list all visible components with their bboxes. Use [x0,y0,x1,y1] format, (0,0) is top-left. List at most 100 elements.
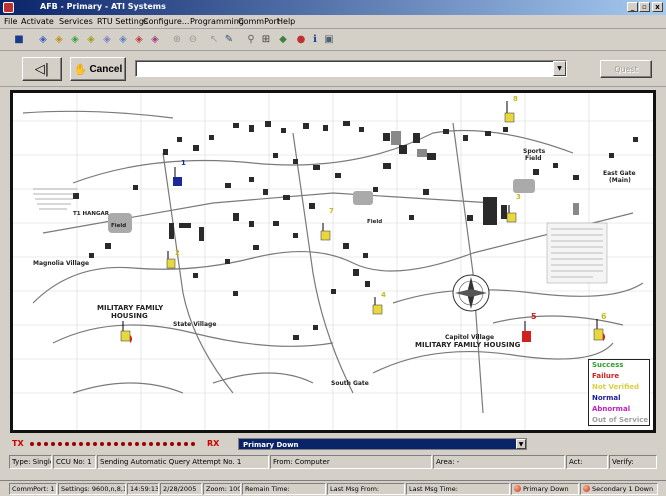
legend-not-verified: Not Verified [592,383,640,391]
compass-icon [452,274,490,312]
svg-text:5: 5 [531,312,537,321]
siren-marker-6[interactable]: 6 [593,312,607,341]
verify-field: Verify: [609,455,657,469]
siren-markers[interactable]: 1 2 7 4 5 6 8 3 [120,95,607,343]
arrow-magenta-icon[interactable]: ◈ [148,33,162,47]
menu-configure[interactable]: Configure... [143,17,189,26]
speaker-icon: ◁| [34,61,50,77]
ccu-field: CCU No: 1 [53,455,96,469]
legend-abnormal: Abnormal [592,405,631,413]
alarm-icon[interactable]: ● [294,33,308,47]
antenna-icon[interactable]: ⚲ [244,33,258,47]
secondary-led-icon [583,485,590,492]
status-bar: CommPort: 1 Settings: 9600,n,8,1 14:59:1… [0,480,666,496]
menu-help[interactable]: Help [277,17,295,26]
label-hangar: T1 HANGAR [73,211,110,217]
secondary-status-label: Secondary 1 Down [592,485,654,493]
svg-text:6: 6 [601,312,607,321]
cancel-button[interactable]: ✋ Cancel [70,57,126,81]
svg-text:2: 2 [175,249,180,257]
label-state-village: State Village [173,321,216,328]
zoom-status: Zoom: 100% [203,483,241,495]
chevron-down-icon[interactable]: ▼ [553,61,566,76]
menu-services[interactable]: Services [59,17,93,26]
map-notes-block [546,222,608,284]
menu-file[interactable]: File [4,17,17,26]
zoom-in-icon[interactable]: ⊕ [170,33,184,47]
label-east-gate-2: (Main) [609,177,631,184]
last-msg-from-status: Last Msg From: [327,483,405,495]
siren-marker-1[interactable]: 1 [173,159,186,186]
label-field-center: Field [367,219,382,225]
arrow-green-icon[interactable]: ◈ [68,33,82,47]
type-field: Type: Single [9,455,52,469]
edit-icon[interactable]: ✎ [222,33,236,47]
remain-time-status: Remain Time: [242,483,326,495]
svg-text:4: 4 [381,291,386,299]
title-bar[interactable]: AFB - Primary - ATI Systems _ ▫ x [0,0,666,15]
save-icon[interactable]: ■ [12,33,26,47]
legend-normal: Normal [592,394,621,402]
secondary-status: Secondary 1 Down [580,483,658,495]
label-capitol-village: Capitol Village [445,334,494,341]
close-button[interactable]: x [652,2,663,12]
menu-rtu-settings[interactable]: RTU Settings [97,17,148,26]
siren-marker-4[interactable]: 4 [372,291,386,315]
pointer-icon[interactable]: ↖ [207,33,221,47]
status-icon[interactable]: ◆ [276,33,290,47]
info-icon[interactable]: ℹ [308,33,322,47]
from-field: From: Computer [270,455,432,469]
comm-activity-dots [30,442,195,447]
siren-marker-7[interactable]: 8 [504,95,518,123]
last-msg-time-status: Last Msg Time: [406,483,510,495]
minimize-button[interactable]: _ [627,2,638,12]
site-map[interactable]: Sports Field East Gate (Main) Field Fiel… [10,90,656,433]
arrow-light-blue-icon[interactable]: ◈ [116,33,130,47]
legend-success: Success [592,361,624,369]
speaker-button[interactable]: ◁| [22,57,62,81]
label-mil-housing-left-2: HOUSING [111,312,148,320]
toolbar: ■ ◈ ◈ ◈ ◈ ◈ ◈ ◈ ◈ ⊕ ⊖ ↖ ✎ ⚲ ⊞ ◆ ● ℹ ▣ [0,30,666,51]
siren-marker-8[interactable]: 3 [506,193,521,223]
menu-activate[interactable]: Activate [21,17,54,26]
arrow-gold-icon[interactable]: ◈ [52,33,66,47]
label-mil-housing-left: MILITARY FAMILY [97,304,164,312]
chevron-down-icon[interactable]: ▼ [516,439,526,449]
label-south-gate: South Gate [331,380,369,387]
arrow-yellow-icon[interactable]: ◈ [84,33,98,47]
legend-out-of-service: Out of Service [592,416,649,424]
restore-button[interactable]: ▫ [639,2,650,12]
arrow-blue-icon[interactable]: ◈ [36,33,50,47]
command-input[interactable]: ▼ [135,60,567,77]
siren-marker-3[interactable]: 7 [320,207,334,241]
help-book-icon[interactable]: ▣ [322,33,336,47]
app-icon[interactable] [3,2,14,13]
window-title: AFB - Primary - ATI Systems [40,2,166,11]
quest-button[interactable]: Quest [600,60,652,78]
comm-status-select[interactable]: Primary Down ▼ [238,438,527,450]
svg-text:3: 3 [516,193,521,201]
primary-led-icon [514,485,521,492]
label-field-left: Field [111,223,126,229]
svg-text:7: 7 [329,207,334,215]
menu-programming[interactable]: Programming [190,17,244,26]
svg-text:1: 1 [181,159,186,167]
zoom-out-icon[interactable]: ⊖ [186,33,200,47]
label-mil-housing-right: MILITARY FAMILY HOUSING [415,341,521,349]
settings-status: Settings: 9600,n,8,1 [58,483,126,495]
arrow-red-icon[interactable]: ◈ [132,33,146,47]
info-bar: Type: Single CCU No: 1 Sending Automatic… [0,455,666,469]
label-sports-field-2: Field [525,155,542,162]
network-icon[interactable]: ⊞ [259,33,273,47]
siren-marker-left[interactable] [120,321,132,343]
label-magnolia: Magnolia Village [33,260,89,267]
cancel-icon: ✋ [73,63,88,76]
svg-text:8: 8 [513,95,518,103]
menu-commport[interactable]: CommPort [238,17,280,26]
arrow-purple-icon[interactable]: ◈ [100,33,114,47]
rx-label: RX [207,439,220,448]
tx-label: TX [12,439,24,448]
comm-status-value: Primary Down [243,441,299,449]
application-window: AFB - Primary - ATI Systems _ ▫ x File A… [0,0,666,496]
legend-failure: Failure [592,372,620,380]
